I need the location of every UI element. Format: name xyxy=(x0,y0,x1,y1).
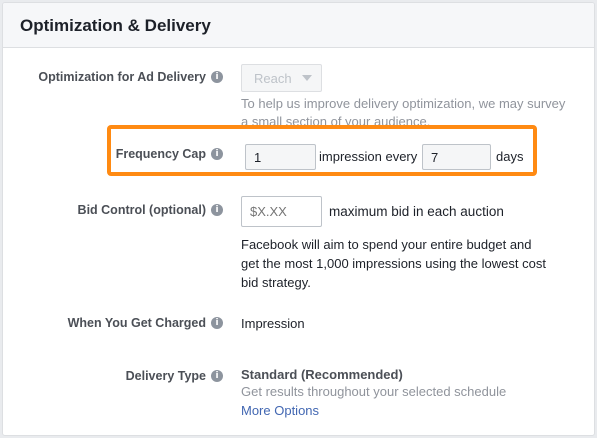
bid-suffix-text: maximum bid in each auction xyxy=(329,204,504,219)
info-icon[interactable]: i xyxy=(211,317,223,329)
panel-header: Optimization & Delivery xyxy=(3,3,594,48)
optimization-label: Optimization for Ad Delivery xyxy=(38,70,206,84)
bid-description: Facebook will aim to spend your entire b… xyxy=(241,235,546,292)
info-icon[interactable]: i xyxy=(211,148,223,160)
delivery-type-label-row: Delivery Type i xyxy=(126,369,223,383)
optimization-dropdown[interactable]: Reach xyxy=(241,64,322,92)
charged-label-row: When You Get Charged i xyxy=(68,316,223,330)
optimization-dropdown-value: Reach xyxy=(254,70,292,86)
bid-control-label: Bid Control (optional) xyxy=(77,203,206,217)
charged-label: When You Get Charged xyxy=(67,316,206,330)
optimization-help-text: To help us improve delivery optimization… xyxy=(241,96,566,111)
frequency-days-input[interactable] xyxy=(422,144,491,170)
impression-every-text: impression every xyxy=(319,149,418,164)
frequency-impressions-input[interactable] xyxy=(245,144,316,170)
more-options-link[interactable]: More Options xyxy=(241,403,319,418)
panel-title: Optimization & Delivery xyxy=(20,16,211,35)
delivery-type-description: Get results throughout your selected sch… xyxy=(241,384,507,399)
bid-amount-input[interactable] xyxy=(241,196,322,227)
bid-description-line: Facebook will aim to spend your entire b… xyxy=(241,237,532,252)
chevron-down-icon xyxy=(301,75,312,81)
frequency-cap-label-row: Frequency Cap i xyxy=(116,147,223,161)
info-icon[interactable]: i xyxy=(211,204,223,216)
bid-description-line: get the most 1,000 impressions using the… xyxy=(241,256,546,271)
optimization-delivery-panel: Optimization & Delivery Optimization for… xyxy=(2,2,595,436)
frequency-cap-label: Frequency Cap xyxy=(115,147,206,161)
info-icon[interactable]: i xyxy=(211,71,223,83)
bid-control-label-row: Bid Control (optional) i xyxy=(78,203,223,217)
optimization-label-row: Optimization for Ad Delivery i xyxy=(38,70,223,84)
info-icon[interactable]: i xyxy=(211,370,223,382)
days-text: days xyxy=(496,149,524,164)
bid-description-line: bid strategy. xyxy=(241,275,311,290)
charged-value: Impression xyxy=(241,316,305,331)
delivery-type-value: Standard (Recommended) xyxy=(241,367,403,382)
delivery-type-label: Delivery Type xyxy=(125,369,206,383)
